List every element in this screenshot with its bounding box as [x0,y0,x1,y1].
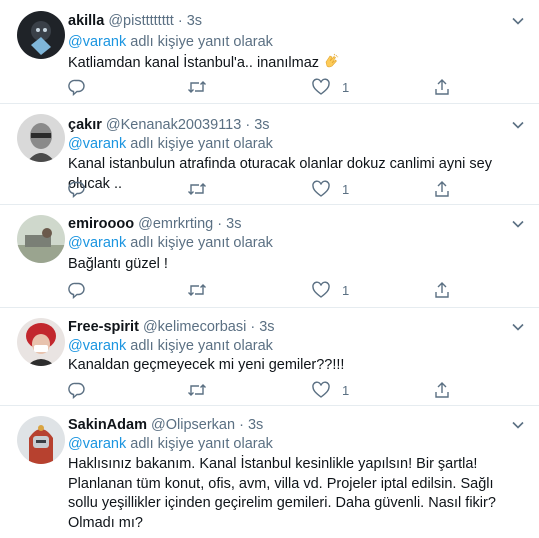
tweet[interactable]: emiroooo @emrkrting · 3s @varank adlı ki… [0,205,539,308]
reply-context: @varank adlı kişiye yanıt olarak [68,338,273,354]
avatar[interactable] [17,416,65,464]
chevron-down-icon[interactable] [511,320,525,334]
like-button[interactable]: 1 [312,281,349,299]
like-count: 1 [342,282,350,298]
heart-icon [312,281,330,298]
like-count: 1 [342,382,350,398]
tweet[interactable]: Free-spirit @kelimecorbasi · 3s @varank … [0,308,539,406]
reply-context: @varank adlı kişiye yanıt olarak [68,34,273,50]
display-name[interactable]: emiroooo [68,216,134,232]
user-handle[interactable]: @Olipserkan [151,417,235,433]
avatar[interactable] [17,11,65,59]
tweet-text: Kanaldan geçmeyecek mi yeni gemiler??!!! [68,357,345,373]
user-handle[interactable]: @kelimecorbasi [143,319,246,335]
tweet-header: akilla @pistttttttt · 3s [68,13,203,29]
reply-icon [68,282,85,299]
retweet-button[interactable] [187,281,219,299]
tweet-header: SakinAdam @Olipserkan · 3s [68,417,264,433]
like-button[interactable]: 1 [312,78,349,96]
display-name[interactable]: çakır [68,117,102,133]
timestamp[interactable]: 3s [248,417,263,433]
share-button[interactable] [433,180,451,198]
like-count: 1 [342,181,350,197]
tweet-text: Haklısınız bakanım. Kanal İstanbul kesin… [68,456,496,531]
heart-icon [312,78,330,95]
mention-link[interactable]: @varank [68,34,126,50]
tweet[interactable]: çakır @Kenanak20039113 · 3s @varank adlı… [0,104,539,205]
reply-button[interactable] [68,180,98,198]
reply-context: @varank adlı kişiye yanıt olarak [68,136,273,152]
clapping-hands-icon [325,53,339,68]
retweet-icon [188,183,206,195]
like-button[interactable]: 1 [312,381,349,399]
retweet-icon [188,284,206,296]
retweet-button[interactable] [187,180,219,198]
chevron-down-icon[interactable] [511,418,525,432]
like-count: 1 [342,79,350,95]
tweet-text: Katliamdan kanal İstanbul'a.. inanılmaz [68,53,520,74]
reply-button[interactable] [68,381,98,399]
display-name[interactable]: akilla [68,13,104,29]
avatar[interactable] [17,114,65,162]
share-icon [435,382,449,398]
tweet-header: Free-spirit @kelimecorbasi · 3s [68,319,275,335]
avatar[interactable] [17,318,65,366]
display-name[interactable]: Free-spirit [68,319,139,335]
tweet[interactable]: SakinAdam @Olipserkan · 3s @varank adlı … [0,406,539,538]
tweet-text: Bağlantı güzel ! [68,256,168,272]
reply-context: @varank adlı kişiye yanıt olarak [68,436,273,452]
mention-link[interactable]: @varank [68,338,126,354]
reply-icon [68,382,85,399]
mention-link[interactable]: @varank [68,436,126,452]
mention-link[interactable]: @varank [68,235,126,251]
timestamp[interactable]: 3s [254,117,269,133]
user-handle[interactable]: @Kenanak20039113 [106,117,241,133]
retweet-icon [188,384,206,396]
timestamp[interactable]: 3s [187,13,202,29]
heart-icon [312,381,330,398]
timestamp[interactable]: 3s [259,319,274,335]
tweet-text: Kanal istanbulun atrafinda oturacak olan… [68,156,492,192]
share-icon [435,79,449,95]
like-button[interactable]: 1 [312,180,349,198]
tweet-header: çakır @Kenanak20039113 · 3s [68,117,270,133]
reply-context: @varank adlı kişiye yanıt olarak [68,235,273,251]
reply-icon [68,79,85,96]
reply-button[interactable] [68,78,98,96]
chevron-down-icon[interactable] [511,217,525,231]
avatar[interactable] [17,215,65,263]
user-handle[interactable]: @pistttttttt [108,13,173,29]
share-icon [435,181,449,197]
chevron-down-icon[interactable] [511,118,525,132]
retweet-button[interactable] [187,78,219,96]
chevron-down-icon[interactable] [511,14,525,28]
reply-button[interactable] [68,281,98,299]
share-button[interactable] [433,78,451,96]
timestamp[interactable]: 3s [226,216,241,232]
share-button[interactable] [433,281,451,299]
share-button[interactable] [433,381,451,399]
tweet-header: emiroooo @emrkrting · 3s [68,216,242,232]
share-icon [435,282,449,298]
retweet-icon [188,81,206,93]
display-name[interactable]: SakinAdam [68,417,147,433]
mention-link[interactable]: @varank [68,136,126,152]
reply-icon [68,181,85,198]
retweet-button[interactable] [187,381,219,399]
user-handle[interactable]: @emrkrting [138,216,213,232]
heart-icon [312,180,330,197]
tweet[interactable]: akilla @pistttttttt · 3s @varank adlı ki… [0,0,539,104]
